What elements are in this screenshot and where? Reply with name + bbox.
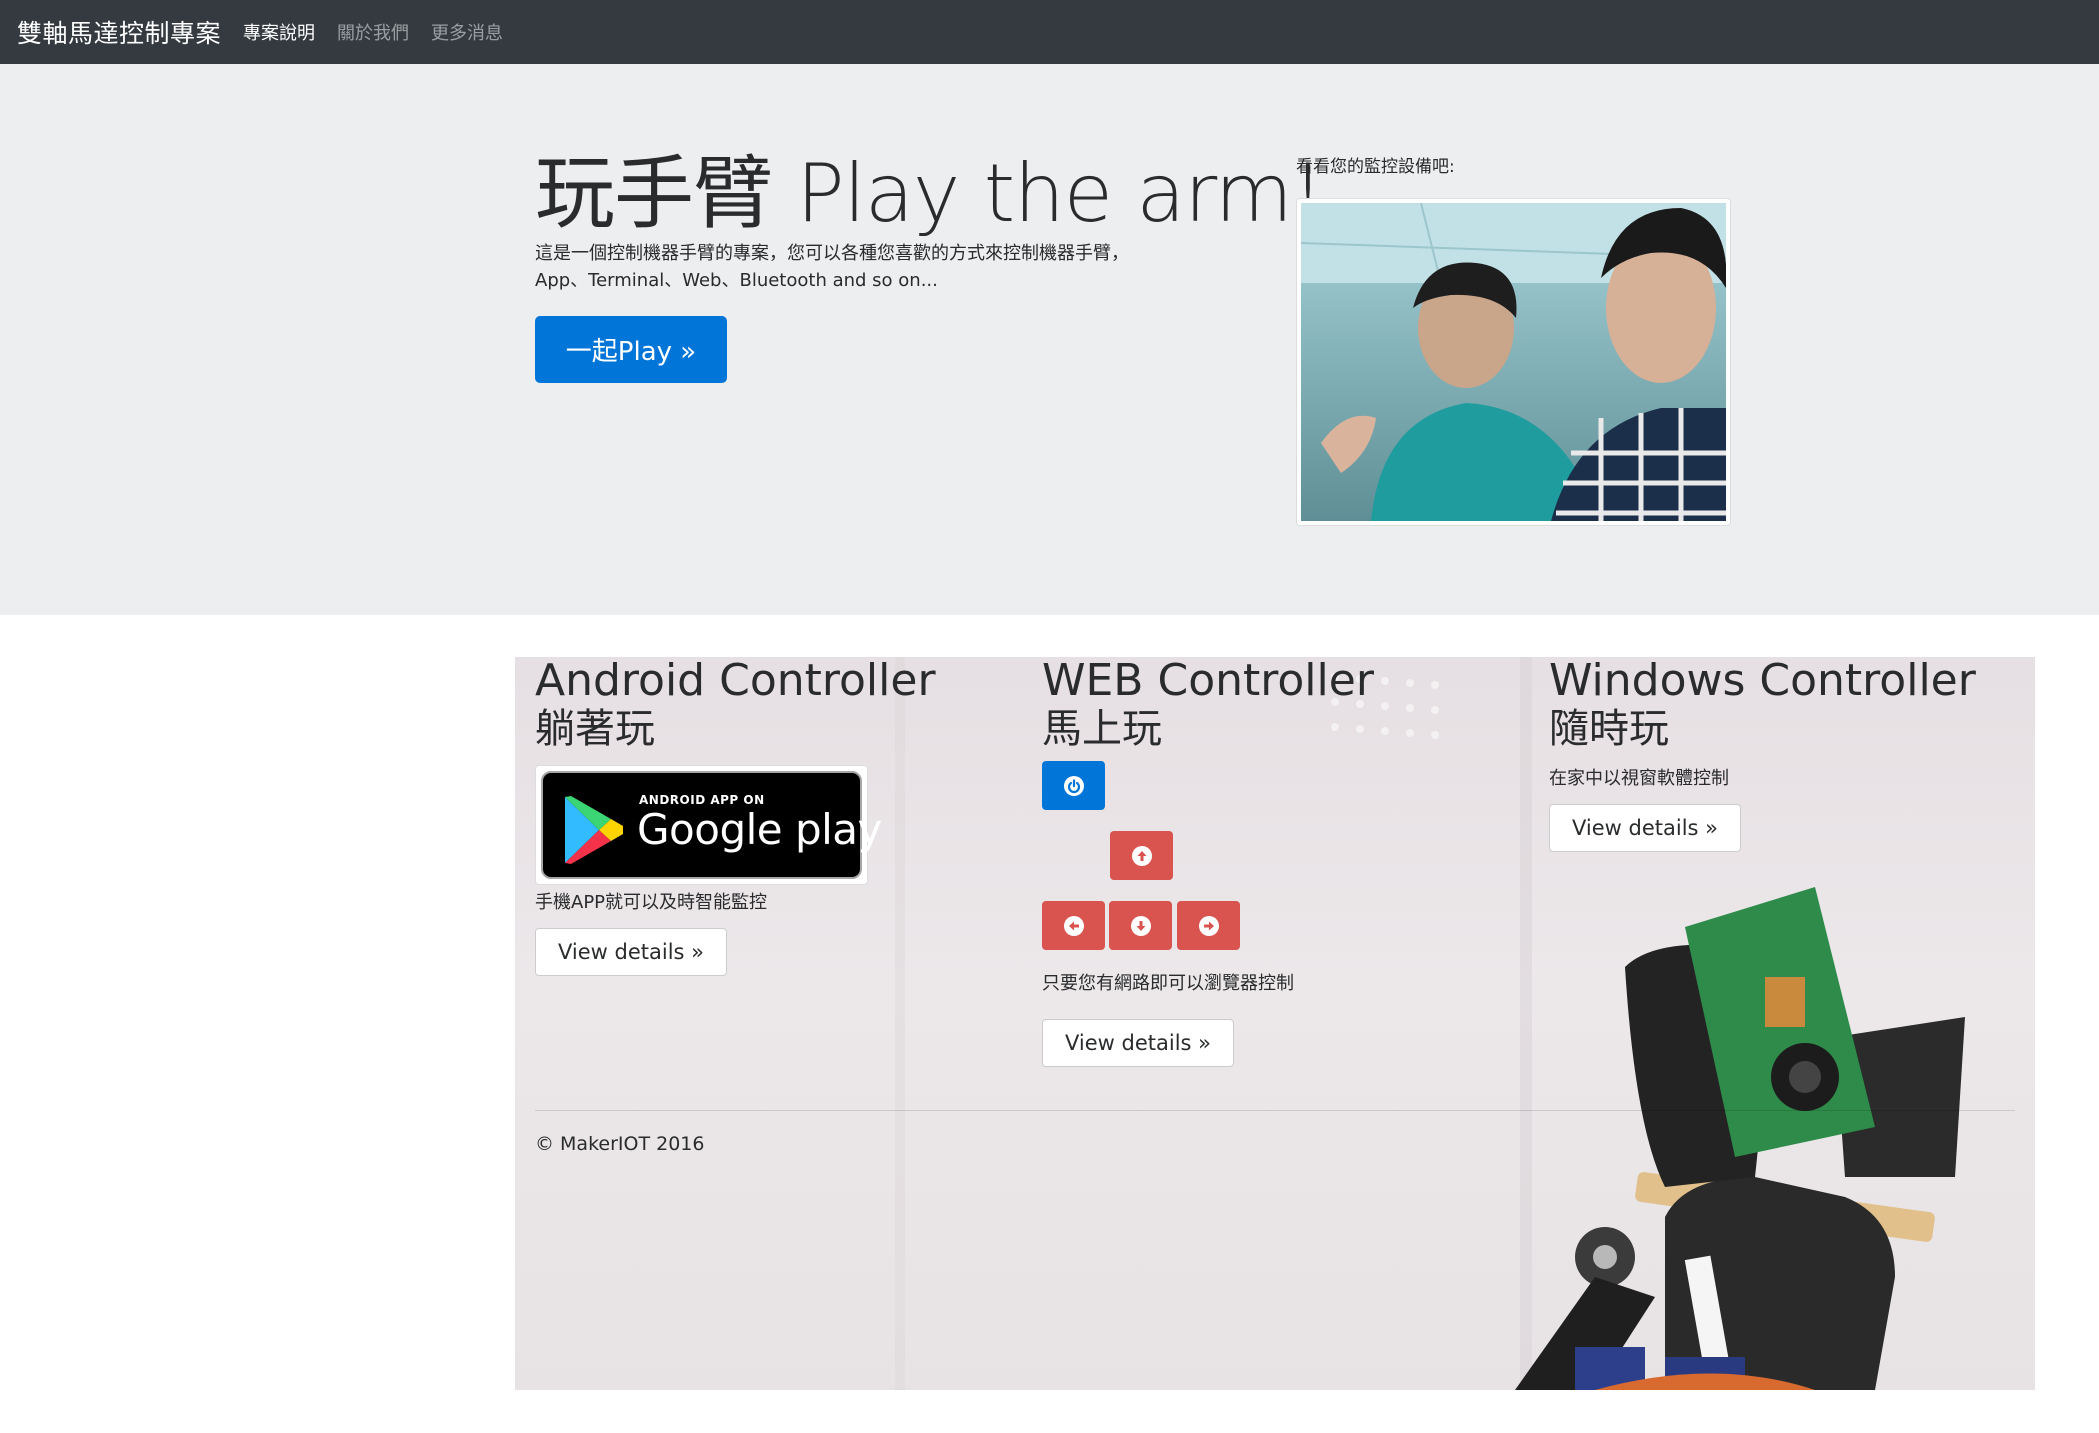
navbar: 雙軸馬達控制專案 專案說明 關於我們 更多消息	[0, 0, 2099, 64]
hero-jumbotron: 玩手臂 Play the arm! 這是一個控制機器手臂的專案，您可以各種您喜歡…	[0, 64, 2099, 615]
feature-android: Android Controller 躺著玩 ANDROID APP ON Go…	[535, 657, 995, 976]
power-button[interactable]	[1042, 761, 1105, 810]
camera-feed	[1296, 198, 1731, 526]
arrow-right-button[interactable]	[1177, 901, 1240, 950]
feature-subtitle: 馬上玩	[1042, 706, 1162, 752]
camera-label: 看看您的監控設備吧:	[1296, 157, 1455, 177]
feature-subtitle: 隨時玩	[1549, 706, 1669, 752]
android-view-details-button[interactable]: View details »	[535, 928, 727, 976]
hero-description-line: App、Terminal、Web、Bluetooth and so on...	[535, 270, 938, 291]
nav-link-about[interactable]: 關於我們	[337, 19, 409, 45]
arrow-up-icon	[1131, 845, 1152, 866]
camera-image	[1301, 203, 1726, 521]
feature-text: 手機APP就可以及時智能監控	[535, 892, 768, 913]
feature-web: WEB Controller 馬上玩	[1042, 657, 1502, 765]
arrow-right-icon	[1198, 915, 1219, 936]
nav-link-project[interactable]: 專案說明	[243, 19, 315, 45]
play-button[interactable]: 一起Play »	[535, 316, 727, 383]
arrow-down-icon	[1130, 915, 1151, 936]
hero-title: 玩手臂 Play the arm!	[535, 147, 1324, 240]
nav-link-news[interactable]: 更多消息	[431, 19, 503, 45]
google-play-badge-title: Google play	[637, 805, 882, 854]
hero-description-line: 這是一個控制機器手臂的專案，您可以各種您喜歡的方式來控制機器手臂，	[535, 243, 1129, 264]
windows-view-details-button[interactable]: View details »	[1549, 804, 1741, 852]
feature-windows: Windows Controller 隨時玩 在家中以視窗軟體控制 View d…	[1549, 657, 2009, 852]
web-view-details-button[interactable]: View details »	[1042, 1019, 1234, 1067]
footer-divider	[535, 1110, 2015, 1111]
feature-title: Android Controller	[535, 655, 936, 706]
arrow-left-icon	[1063, 915, 1084, 936]
feature-subtitle: 躺著玩	[535, 706, 655, 752]
feature-text: 在家中以視窗軟體控制	[1549, 768, 1729, 789]
power-icon	[1063, 775, 1084, 796]
arrow-down-button[interactable]	[1109, 901, 1172, 950]
google-play-badge[interactable]: ANDROID APP ON Google play	[535, 765, 882, 885]
arrow-left-button[interactable]	[1042, 901, 1105, 950]
google-play-badge-inner: ANDROID APP ON Google play	[541, 771, 882, 879]
footer-copyright: © MakerIOT 2016	[535, 1133, 705, 1155]
google-play-icon	[565, 796, 623, 864]
feature-text: 只要您有網路即可以瀏覽器控制	[1042, 973, 1294, 994]
arrow-up-button[interactable]	[1110, 831, 1173, 880]
hero-description: 這是一個控制機器手臂的專案，您可以各種您喜歡的方式來控制機器手臂， App、Te…	[535, 240, 1175, 294]
feature-title: WEB Controller	[1042, 655, 1374, 706]
feature-title: Windows Controller	[1549, 655, 1976, 706]
navbar-brand[interactable]: 雙軸馬達控制專案	[17, 14, 221, 50]
